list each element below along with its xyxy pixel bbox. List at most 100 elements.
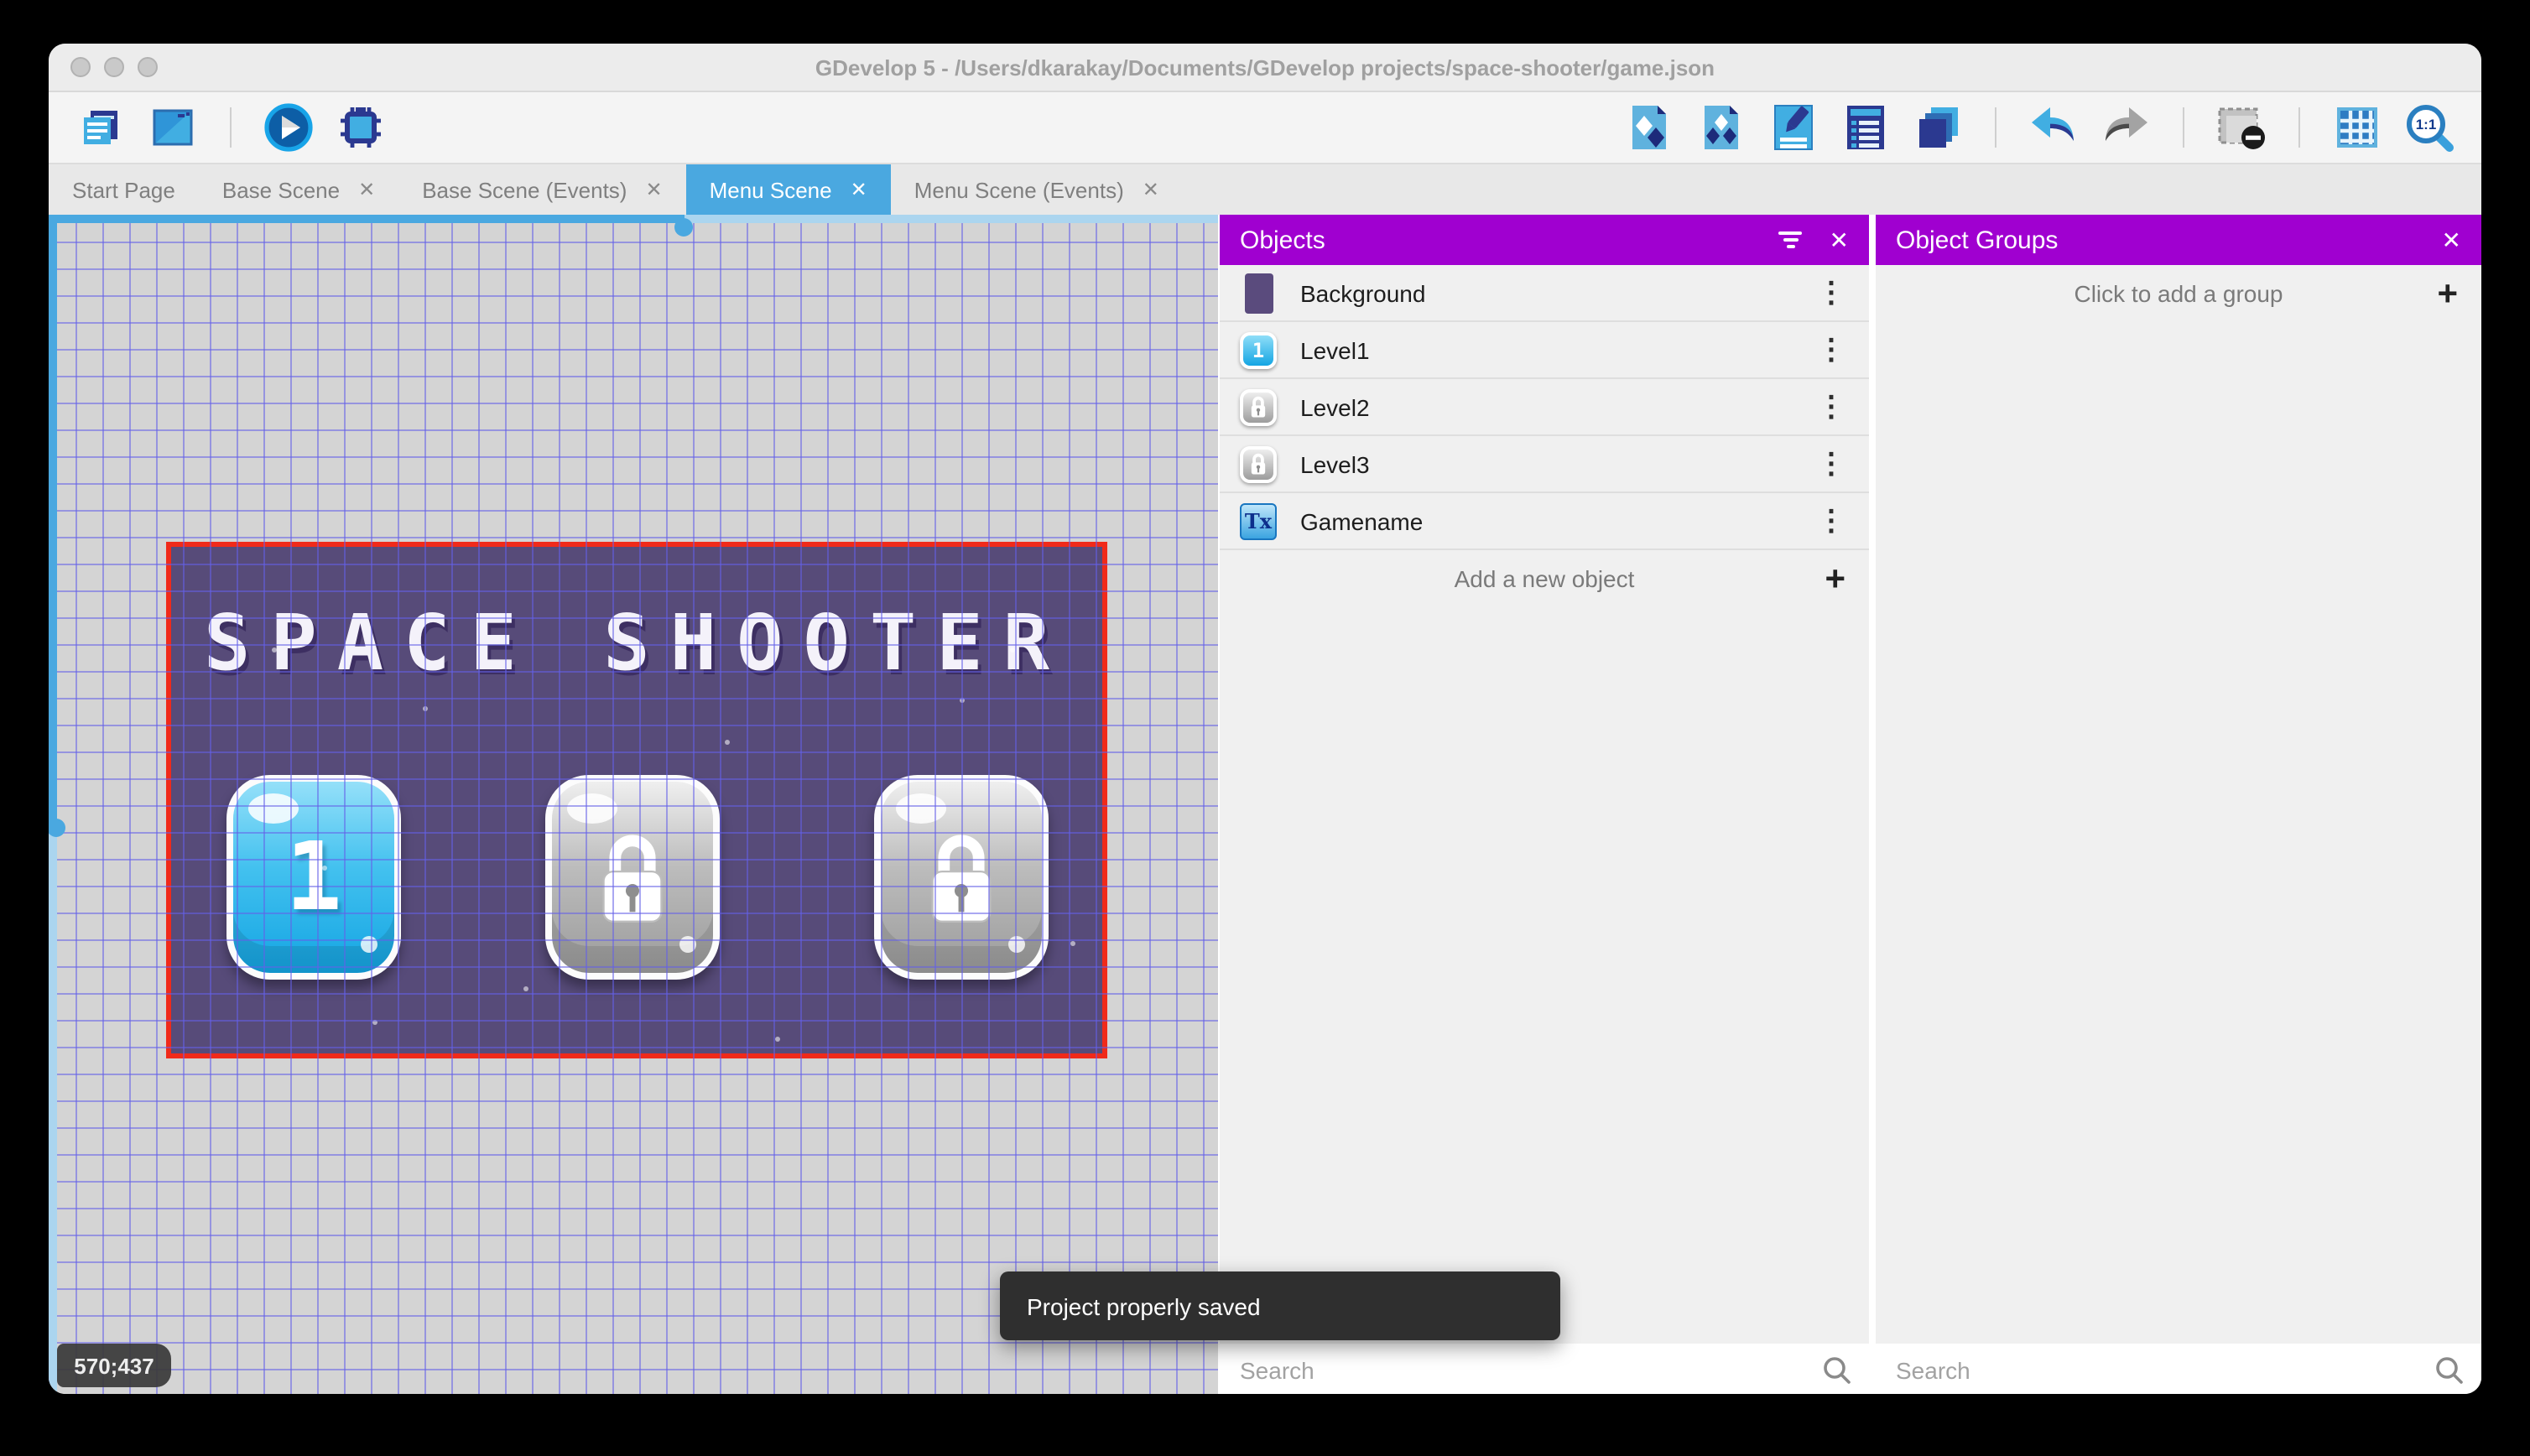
redo-icon: [2106, 107, 2147, 141]
vertical-scrollbar-thumb[interactable]: [49, 215, 57, 827]
zoom-icon-label: 1:1: [2416, 117, 2437, 133]
object-groups-panel-header: Object Groups ✕: [1876, 215, 2481, 265]
grid-icon: [2337, 107, 2377, 148]
scene-object-level1-button[interactable]: 1: [226, 775, 401, 980]
object-name: Background: [1300, 279, 1426, 306]
toolbar-right-group: 1:1: [1624, 102, 2455, 153]
zoom-one-to-one-icon: 1:1: [2407, 105, 2454, 152]
window-controls: [70, 44, 158, 91]
tab-label: Start Page: [72, 177, 175, 202]
toggle-object-groups-panel-button[interactable]: [1696, 102, 1747, 153]
object-menu-kebab-icon[interactable]: ⋮: [1810, 390, 1852, 424]
scene-object-gamename-text[interactable]: SPACE SHOOTER: [171, 597, 1102, 688]
undo-button[interactable]: [2028, 102, 2079, 153]
toggle-grid-button[interactable]: [2332, 102, 2382, 153]
locked-button-icon: [1240, 388, 1277, 425]
background-thumbnail-icon: [1244, 273, 1273, 313]
add-new-object-button[interactable]: Add a new object +: [1220, 550, 1869, 607]
tab-bar: Start Page Base Scene ✕ Base Scene (Even…: [49, 164, 2481, 215]
instances-list-button[interactable]: [1840, 102, 1891, 153]
scene-object-level3-button[interactable]: [874, 775, 1049, 980]
scene-object-level2-button[interactable]: [545, 775, 720, 980]
add-new-object-label: Add a new object: [1454, 565, 1635, 592]
close-object-groups-panel-icon[interactable]: ✕: [2442, 226, 2461, 254]
horizontal-scrollbar-thumb[interactable]: [49, 215, 685, 223]
close-objects-panel-icon[interactable]: ✕: [1830, 226, 1849, 254]
tab-menu-scene[interactable]: Menu Scene ✕: [685, 164, 891, 215]
toggle-objects-panel-button[interactable]: [1624, 102, 1674, 153]
object-groups-search-input[interactable]: [1892, 1355, 2434, 1386]
redo-button[interactable]: [2101, 102, 2151, 153]
preview-play-button[interactable]: [263, 102, 314, 153]
add-group-button[interactable]: Click to add a group +: [1876, 265, 2481, 322]
tab-base-scene[interactable]: Base Scene ✕: [199, 164, 398, 215]
level1-button-icon: 1: [1240, 331, 1277, 368]
plus-icon[interactable]: +: [2437, 276, 2458, 311]
close-tab-icon[interactable]: ✕: [1143, 178, 1159, 201]
objects-search-input[interactable]: [1236, 1355, 1822, 1386]
lock-icon: [931, 835, 992, 923]
toolbar-separator: [2183, 107, 2184, 148]
object-row-level1[interactable]: 1 Level1 ⋮: [1220, 322, 1869, 379]
object-menu-kebab-icon[interactable]: ⋮: [1810, 333, 1852, 367]
main-toolbar: 1:1: [49, 92, 2481, 164]
objects-search-bar: [1220, 1344, 1869, 1394]
horizontal-scrollbar[interactable]: [49, 215, 1218, 237]
objects-panel-header: Objects ✕: [1220, 215, 1869, 265]
text-object-icon: Tx: [1240, 502, 1277, 539]
save-toast: Project properly saved: [1000, 1271, 1560, 1340]
screenshot-stage: GDevelop 5 - /Users/dkarakay/Documents/G…: [0, 0, 2530, 1456]
properties-pencil-icon: [1774, 105, 1813, 150]
project-manager-button[interactable]: [75, 102, 126, 153]
instances-list-icon: [1847, 106, 1884, 149]
object-row-level2[interactable]: Level2 ⋮: [1220, 379, 1869, 436]
vertical-scrollbar[interactable]: [49, 215, 65, 1394]
project-manager-icon: [84, 111, 117, 144]
object-row-level3[interactable]: Level3 ⋮: [1220, 436, 1869, 493]
horizontal-scrollbar-handle[interactable]: [674, 218, 693, 237]
lock-icon: [602, 835, 663, 923]
object-groups-panel-title: Object Groups: [1896, 226, 2059, 254]
object-groups-panel: Object Groups ✕ Click to add a group +: [1876, 215, 2481, 1394]
close-tab-icon[interactable]: ✕: [358, 178, 375, 201]
object-menu-kebab-icon[interactable]: ⋮: [1810, 504, 1852, 538]
game-scene-window[interactable]: SPACE SHOOTER 1: [166, 542, 1107, 1058]
window-mask-icon: [2218, 107, 2265, 149]
vertical-scrollbar-handle[interactable]: [49, 819, 65, 837]
debug-button[interactable]: [336, 102, 386, 153]
object-menu-kebab-icon[interactable]: ⋮: [1810, 447, 1852, 481]
zoom-100-button[interactable]: 1:1: [2404, 102, 2455, 153]
scene-editor-button[interactable]: [148, 102, 198, 153]
object-name: Level1: [1300, 336, 1370, 363]
tab-label: Menu Scene: [709, 177, 832, 202]
debug-chip-icon: [341, 107, 381, 148]
layers-button[interactable]: [1913, 102, 1963, 153]
object-row-gamename[interactable]: Tx Gamename ⋮: [1220, 493, 1869, 550]
scene-properties-button[interactable]: [1768, 102, 1819, 153]
scene-canvas[interactable]: SPACE SHOOTER 1 570;437: [49, 215, 1218, 1394]
play-icon: [264, 103, 313, 152]
tab-label: Base Scene: [221, 177, 341, 202]
object-groups-search-bar: [1876, 1344, 2481, 1394]
filter-icon[interactable]: [1778, 231, 1803, 248]
titlebar: GDevelop 5 - /Users/dkarakay/Documents/G…: [49, 44, 2481, 92]
plus-icon[interactable]: +: [1825, 561, 1845, 596]
object-row-background[interactable]: Background ⋮: [1220, 265, 1869, 322]
object-name: Gamename: [1300, 507, 1424, 534]
close-window-button[interactable]: [70, 57, 91, 77]
tab-base-scene-events[interactable]: Base Scene (Events) ✕: [398, 164, 685, 215]
object-name: Level2: [1300, 393, 1370, 420]
object-menu-kebab-icon[interactable]: ⋮: [1810, 276, 1852, 309]
tab-menu-scene-events[interactable]: Menu Scene (Events) ✕: [891, 164, 1183, 215]
add-group-label: Click to add a group: [2074, 280, 2283, 307]
maximize-window-button[interactable]: [138, 57, 158, 77]
tab-start-page[interactable]: Start Page: [49, 164, 199, 215]
tab-label: Base Scene (Events): [422, 177, 627, 202]
minimize-window-button[interactable]: [104, 57, 124, 77]
toggle-window-mask-button[interactable]: [2216, 102, 2267, 153]
toolbar-separator: [1995, 107, 1996, 148]
close-tab-icon[interactable]: ✕: [645, 178, 662, 201]
close-tab-icon[interactable]: ✕: [851, 178, 867, 201]
level1-number: 1: [285, 823, 342, 932]
app-window: GDevelop 5 - /Users/dkarakay/Documents/G…: [49, 44, 2481, 1394]
